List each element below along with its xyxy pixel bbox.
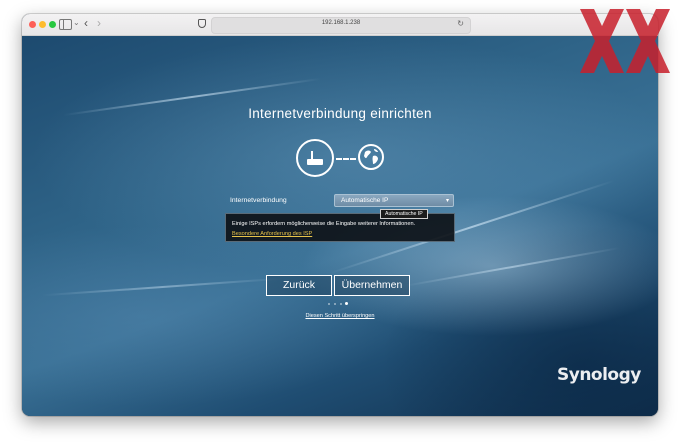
step-dot-active	[345, 302, 348, 305]
apply-button[interactable]: Übernehmen	[334, 275, 410, 296]
back-arrow-icon[interactable]: ‹	[84, 16, 88, 30]
background-streak	[42, 277, 282, 297]
connection-line	[336, 158, 356, 160]
isp-requirements-link[interactable]: Besondere Anforderung des ISP	[232, 231, 312, 237]
tooltip: Automatische IP	[380, 209, 428, 219]
step-dot	[340, 303, 342, 305]
close-window-button[interactable]	[29, 21, 36, 28]
forward-arrow-icon[interactable]: ›	[97, 16, 101, 30]
page-title: Internetverbindung einrichten	[248, 106, 432, 121]
chevron-down-icon[interactable]: ⌄	[73, 18, 80, 27]
router-icon	[296, 139, 334, 177]
address-url[interactable]: 192.168.1.238	[212, 20, 470, 26]
step-dot	[328, 303, 330, 305]
step-dot	[334, 303, 336, 305]
background-streak	[403, 246, 621, 288]
connection-type-select[interactable]: Automatische IP ▾	[334, 194, 454, 207]
browser-toolbar: ⌄ ‹ › 192.168.1.238 ↻	[22, 14, 658, 36]
minimize-window-button[interactable]	[39, 21, 46, 28]
skip-step-link-wrapper: Diesen Schritt überspringen	[22, 313, 658, 319]
setup-page: Internetverbindung einrichten Internetve…	[22, 36, 658, 416]
dropdown-arrow-icon[interactable]: ▾	[446, 197, 449, 204]
back-button[interactable]: Zurück	[266, 275, 332, 296]
sidebar-toggle-icon[interactable]	[59, 19, 72, 30]
connection-type-value[interactable]: Automatische IP	[341, 197, 388, 204]
privacy-shield-icon[interactable]	[198, 19, 206, 28]
connection-label: Internetverbindung	[230, 197, 287, 204]
maximize-window-button[interactable]	[49, 21, 56, 28]
skip-step-link[interactable]: Diesen Schritt überspringen	[305, 313, 374, 319]
synology-logo: Synology	[557, 365, 641, 385]
address-bar[interactable]: 192.168.1.238 ↻	[211, 17, 471, 34]
browser-window: ⌄ ‹ › 192.168.1.238 ↻ Internetverbindung…	[22, 14, 658, 416]
isp-info-text: Einige ISPs erfordern möglicherweise die…	[232, 221, 416, 227]
globe-icon	[358, 144, 384, 170]
reload-icon[interactable]: ↻	[457, 19, 464, 28]
xx-watermark-logo	[580, 9, 670, 73]
